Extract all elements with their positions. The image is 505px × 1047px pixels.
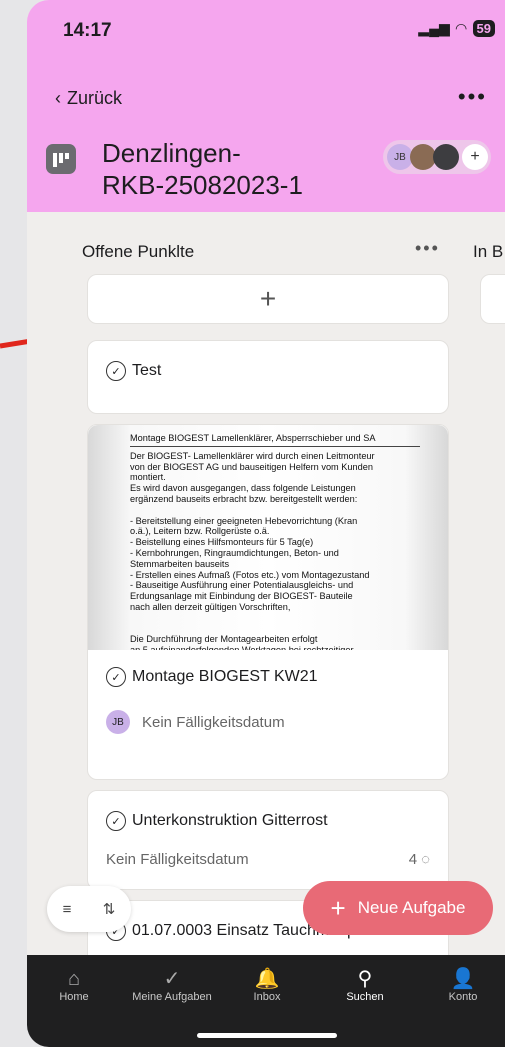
search-icon: ⚲ [357, 968, 373, 990]
task-title: Unterkonstruktion Gitterrost [132, 812, 328, 829]
phone-screen: 14:17 ▂▄▆ ◠ 59 ‹ Zurück ••• Denzlingen- … [27, 0, 505, 1047]
title-line-1: Denzlingen- [102, 138, 241, 168]
task-title: Montage BIOGEST KW21 [132, 668, 318, 685]
tab-label: Meine Aufgaben [132, 991, 212, 1003]
signal-icon: ▂▄▆ [418, 20, 450, 36]
attachment-preview[interactable]: Montage BIOGEST Lamellenklärer, Absperrs… [88, 425, 448, 650]
check-circle-icon: ✓ [163, 968, 181, 990]
chevron-left-icon: ‹ [55, 88, 61, 108]
column-title-open: Offene Punklte [82, 242, 195, 261]
add-task-button-next-column[interactable] [480, 274, 505, 324]
sort-icon[interactable]: ⇅ [103, 900, 116, 918]
status-icons: ▂▄▆ ◠ 59 [418, 20, 495, 37]
member-avatars[interactable]: JB + [383, 140, 491, 174]
title-line-2: RKB-25082023-1 [102, 170, 303, 200]
task-card-montage[interactable]: Montage BIOGEST Lamellenklärer, Absperrs… [87, 424, 449, 780]
filter-icon[interactable]: ≡ [63, 901, 72, 918]
document-preview: Montage BIOGEST Lamellenklärer, Absperrs… [130, 433, 420, 650]
add-member-button[interactable]: + [462, 144, 488, 170]
project-board-icon [46, 144, 76, 174]
tab-home[interactable]: ⌂ Home [49, 967, 99, 1003]
due-date: Kein Fälligkeitsdatum [142, 713, 285, 731]
tab-konto[interactable]: 👤 Konto [437, 967, 489, 1003]
column-title-next: In B [473, 242, 504, 261]
due-date: Kein Fälligkeitsdatum [106, 851, 249, 868]
tab-label: Suchen [346, 991, 384, 1003]
check-circle-icon[interactable]: ✓ [106, 667, 126, 687]
battery-icon: 59 [472, 20, 495, 37]
add-task-button[interactable]: + [87, 274, 449, 324]
task-card-unterkonstruktion[interactable]: ✓ Unterkonstruktion Gitterrost Kein Fäll… [87, 790, 449, 890]
user-icon: 👤 [450, 968, 476, 990]
plus-icon: + [330, 893, 346, 923]
comment-count-value: 4 [408, 851, 418, 868]
avatar [433, 144, 459, 170]
column-more-button[interactable]: ••• [415, 238, 440, 259]
comment-count: 4 ◌ [409, 851, 430, 868]
status-time: 14:17 [63, 20, 112, 41]
comment-bubble-icon: ◌ [421, 851, 430, 868]
wifi-icon: ◠ [455, 20, 467, 36]
new-task-label: Neue Aufgabe [357, 898, 466, 917]
tab-label: Home [59, 991, 89, 1003]
bell-icon: 🔔 [254, 968, 280, 990]
back-label: Zurück [67, 88, 123, 108]
assignee-avatar: JB [106, 710, 130, 734]
document-heading: Montage BIOGEST Lamellenklärer, Absperrs… [130, 433, 420, 447]
check-circle-icon[interactable]: ✓ [106, 361, 126, 381]
tab-label: Konto [448, 991, 478, 1003]
project-header: 14:17 ▂▄▆ ◠ 59 ‹ Zurück ••• Denzlingen- … [27, 0, 505, 212]
tab-inbox[interactable]: 🔔 Inbox [242, 967, 292, 1003]
task-title: Test [132, 362, 162, 379]
page-title: Denzlingen- RKB-25082023-1 [102, 137, 303, 201]
kanban-board: Offene Punklte ••• In B + ✓ Test Montage… [27, 212, 505, 960]
tab-label: Inbox [253, 991, 281, 1003]
task-card-test[interactable]: ✓ Test [87, 340, 449, 414]
home-icon: ⌂ [67, 968, 81, 990]
home-indicator [197, 1033, 337, 1038]
check-circle-icon[interactable]: ✓ [106, 811, 126, 831]
document-body: Der BIOGEST- Lamellenklärer wird durch e… [130, 450, 375, 650]
new-task-button[interactable]: + Neue Aufgabe [303, 881, 493, 935]
tab-meine-aufgaben[interactable]: ✓ Meine Aufgaben [117, 967, 227, 1003]
tab-suchen[interactable]: ⚲ Suchen [335, 967, 395, 1003]
filter-sort-controls: ≡ ⇅ [47, 886, 131, 932]
more-options-button[interactable]: ••• [458, 84, 487, 110]
back-button[interactable]: ‹ Zurück [55, 88, 122, 109]
